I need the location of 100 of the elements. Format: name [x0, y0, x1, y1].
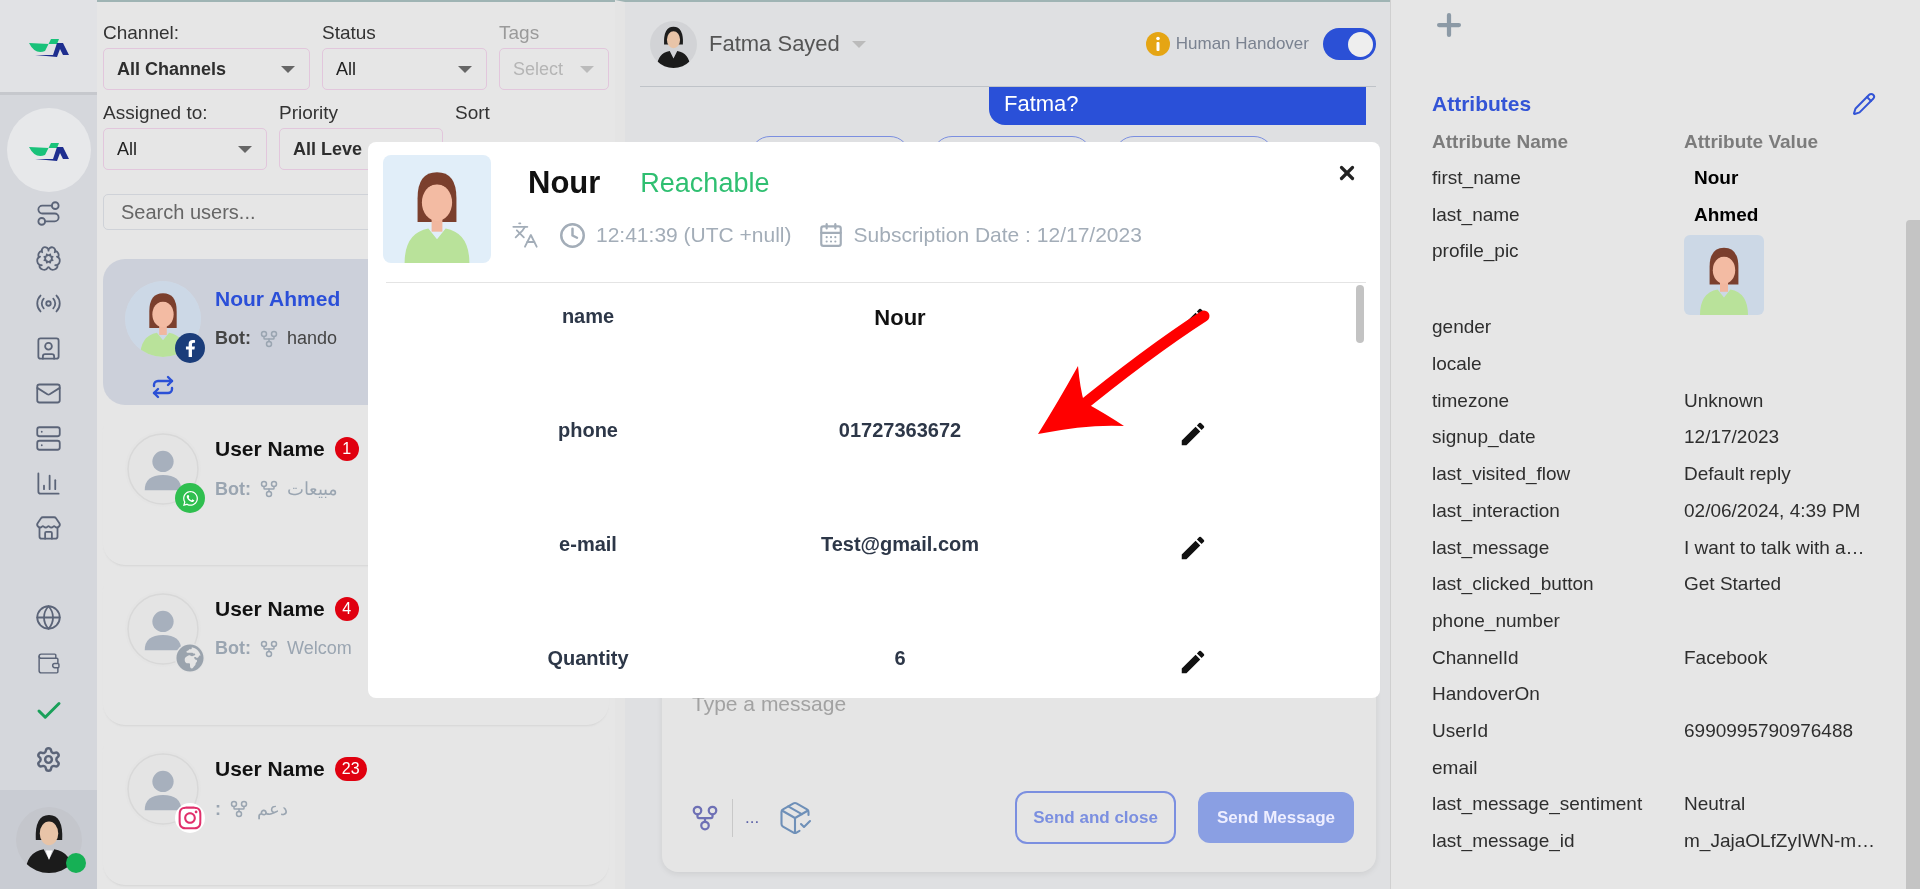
attribute-value: Facebook: [1684, 645, 1769, 670]
bot-label: Bot:: [215, 328, 251, 349]
filter-label: Channel:: [103, 22, 181, 44]
bot-label: Bot:: [215, 478, 251, 500]
agent-name[interactable]: Fatma Sayed: [709, 31, 840, 57]
field-label: phone: [558, 419, 618, 442]
attribute-name: timezone: [1432, 388, 1511, 413]
flow-name: مبيعات: [287, 478, 338, 500]
attribute-name: last_interaction: [1432, 498, 1561, 524]
user-name: User Name: [215, 597, 325, 621]
bot-label: :: [215, 798, 221, 820]
attribute-value: 12/17/2023: [1684, 425, 1781, 450]
handover-label: Human Handover: [1175, 34, 1309, 54]
flow-name: Welcom: [287, 638, 352, 659]
attribute-name: last_message_id: [1432, 829, 1576, 854]
attribute-name: gender: [1432, 315, 1493, 340]
attribute-value: Get Started: [1684, 572, 1783, 597]
unread-count: 1: [334, 437, 359, 461]
globe-icon: [175, 643, 205, 673]
attribute-name: signup_date: [1432, 425, 1537, 450]
field-value: 6: [894, 647, 906, 670]
user-name: Nour Ahmed: [215, 287, 341, 311]
attribute-name: last_clicked_button: [1432, 572, 1595, 597]
field-value: 01727363672: [838, 419, 962, 442]
contact-status: Reachable: [640, 167, 770, 199]
bar-chart-icon[interactable]: [35, 470, 62, 497]
contact-card-icon[interactable]: [35, 335, 62, 362]
branch-icon: [259, 638, 279, 659]
attribute-value: I want to talk with a…: [1684, 535, 1866, 560]
clock-icon: [559, 221, 586, 249]
attribute-name: UserId: [1432, 718, 1489, 743]
dropdown[interactable]: All: [322, 48, 487, 90]
facebook-icon: [175, 333, 205, 363]
attribute-name: phone_number: [1432, 608, 1561, 634]
dropdown[interactable]: All: [103, 128, 267, 170]
attribute-value: Neutral: [1684, 792, 1747, 817]
filter-label: Status: [322, 22, 377, 44]
attribute-name: last_visited_flow: [1432, 462, 1572, 487]
branch-icon: [229, 799, 249, 819]
more-options[interactable]: ...: [745, 807, 760, 828]
field-value: Nour: [874, 305, 926, 331]
repeat-icon[interactable]: [151, 375, 175, 399]
field-label: e-mail: [559, 533, 617, 556]
handover-toggle[interactable]: [1323, 28, 1376, 60]
instagram-icon: [175, 803, 205, 833]
attribute-value: Ahmed: [1693, 202, 1760, 227]
edit-icon[interactable]: [1852, 92, 1876, 116]
bot-label: Bot:: [215, 638, 251, 659]
scrollbar[interactable]: [1356, 285, 1364, 343]
branch-icon: [259, 479, 279, 499]
field-label: Quantity: [547, 647, 629, 670]
attribute-value: Default reply: [1684, 462, 1792, 487]
attribute-value: m_JajaOLfZyIWN-m…: [1684, 829, 1877, 854]
whatsapp-icon: [175, 483, 205, 513]
user-name: User Name: [215, 757, 325, 781]
flow-name: دعم: [257, 798, 288, 820]
message-bubble: Fatma?: [989, 87, 1366, 125]
server-icon[interactable]: [35, 425, 62, 452]
unread-count: 23: [334, 757, 367, 781]
store-icon[interactable]: [35, 515, 62, 542]
flow-name: hando: [287, 328, 338, 349]
filter-label: Assigned to:: [103, 102, 209, 124]
wallet-icon[interactable]: [36, 651, 61, 676]
attribute-value: 02/06/2024, 4:39 PM: [1684, 498, 1862, 523]
local-time: 12:41:39 (UTC +null): [596, 223, 792, 247]
field-value: Test@gmail.com: [820, 533, 980, 556]
attribute-value: 6990995790976488: [1684, 718, 1855, 743]
filter-label: Sort: [455, 102, 491, 124]
calendar-icon: [817, 222, 844, 248]
attribute-name: last_message_sentiment: [1432, 792, 1644, 817]
info-icon: [1145, 32, 1170, 56]
branch-icon: [259, 328, 279, 349]
column-header: Attribute Value: [1684, 130, 1820, 154]
attribute-name: last_message: [1432, 535, 1551, 561]
attribute-name: locale: [1432, 352, 1483, 377]
dropdown[interactable]: All Channels: [103, 48, 310, 90]
attribute-name: first_name: [1432, 166, 1522, 191]
column-header: Attribute Name: [1432, 130, 1570, 154]
filter-label: Priority: [279, 102, 340, 124]
attribute-name: last_name: [1432, 202, 1521, 228]
attribute-value: Unknown: [1684, 388, 1765, 413]
contact-name: Nour: [528, 165, 601, 201]
package-check-icon[interactable]: [777, 799, 814, 836]
scrollbar[interactable]: [1906, 220, 1920, 889]
attribute-value: Nour: [1693, 166, 1740, 190]
attribute-name: ChannelId: [1432, 645, 1520, 670]
section-title: Attributes: [1432, 92, 1532, 116]
attribute-name: email: [1432, 755, 1479, 780]
attribute-name: HandoverOn: [1432, 682, 1541, 707]
translate-icon[interactable]: [511, 221, 539, 249]
subscription-date: Subscription Date : 12/17/2023: [853, 223, 1142, 247]
settings-icon[interactable]: [35, 746, 62, 773]
filter-label: Tags: [499, 22, 541, 44]
brain-gear-icon[interactable]: [35, 245, 62, 272]
agent-avatar: [650, 20, 697, 68]
unread-count: 4: [334, 597, 359, 621]
attribute-name: profile_pic: [1432, 239, 1520, 264]
route-icon[interactable]: [35, 200, 62, 227]
globe-icon[interactable]: [35, 604, 62, 631]
user-name: User Name: [215, 437, 325, 461]
